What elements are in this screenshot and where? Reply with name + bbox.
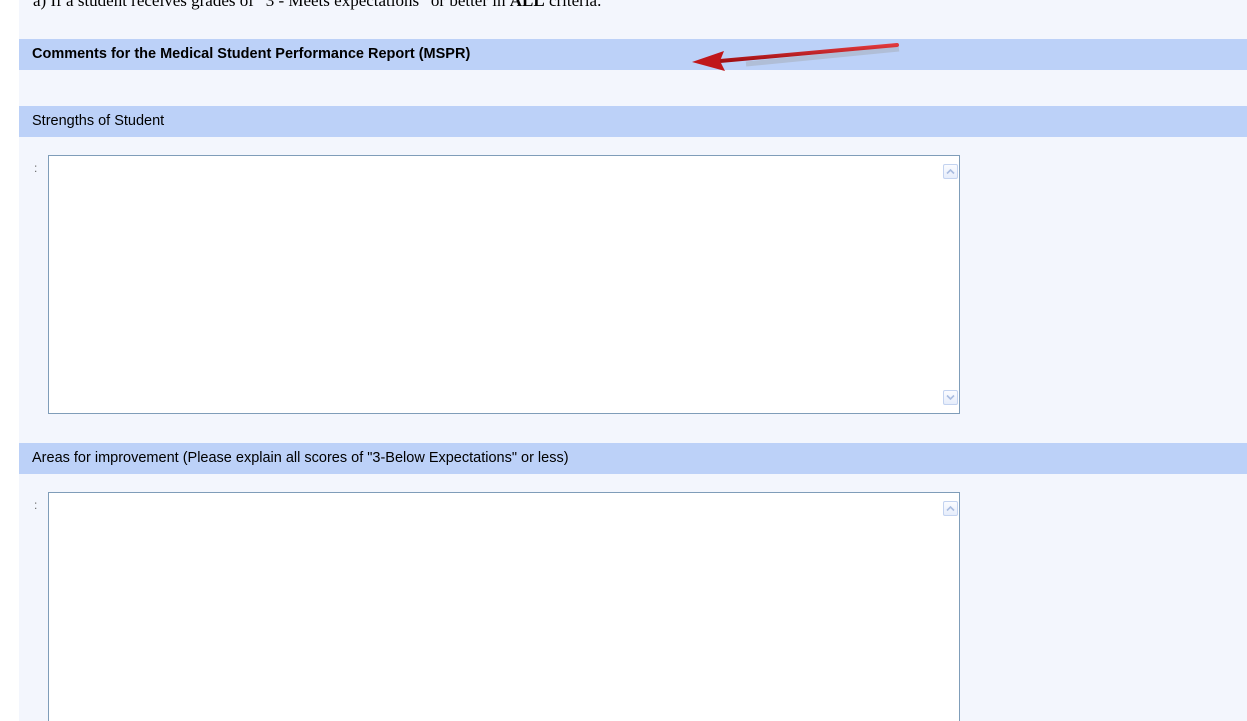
mspr-section-header: Comments for the Medical Student Perform… xyxy=(19,39,1247,70)
instruction-text: a) If a student receives grades of “3 - … xyxy=(33,0,601,12)
instruction-emphasis: ALL xyxy=(509,0,545,10)
strengths-section-header: Strengths of Student xyxy=(19,106,1247,137)
strengths-scrollbar[interactable] xyxy=(942,156,959,413)
instruction-suffix: criteria. xyxy=(544,0,602,10)
strengths-field-label: : xyxy=(34,161,38,175)
chevron-up-icon[interactable] xyxy=(943,164,958,179)
evaluation-form: a) If a student receives grades of “3 - … xyxy=(19,0,1247,721)
areas-field-label: : xyxy=(34,498,38,512)
areas-for-improvement-textarea[interactable] xyxy=(48,492,960,721)
red-arrow-icon xyxy=(692,43,900,71)
instruction-prefix: a) If a student receives grades of “3 - … xyxy=(33,0,510,10)
chevron-up-icon[interactable] xyxy=(943,501,958,516)
areas-scrollbar[interactable] xyxy=(942,493,959,721)
areas-for-improvement-section-header: Areas for improvement (Please explain al… xyxy=(19,443,1247,474)
strengths-textarea[interactable] xyxy=(48,155,960,414)
chevron-down-icon[interactable] xyxy=(943,390,958,405)
